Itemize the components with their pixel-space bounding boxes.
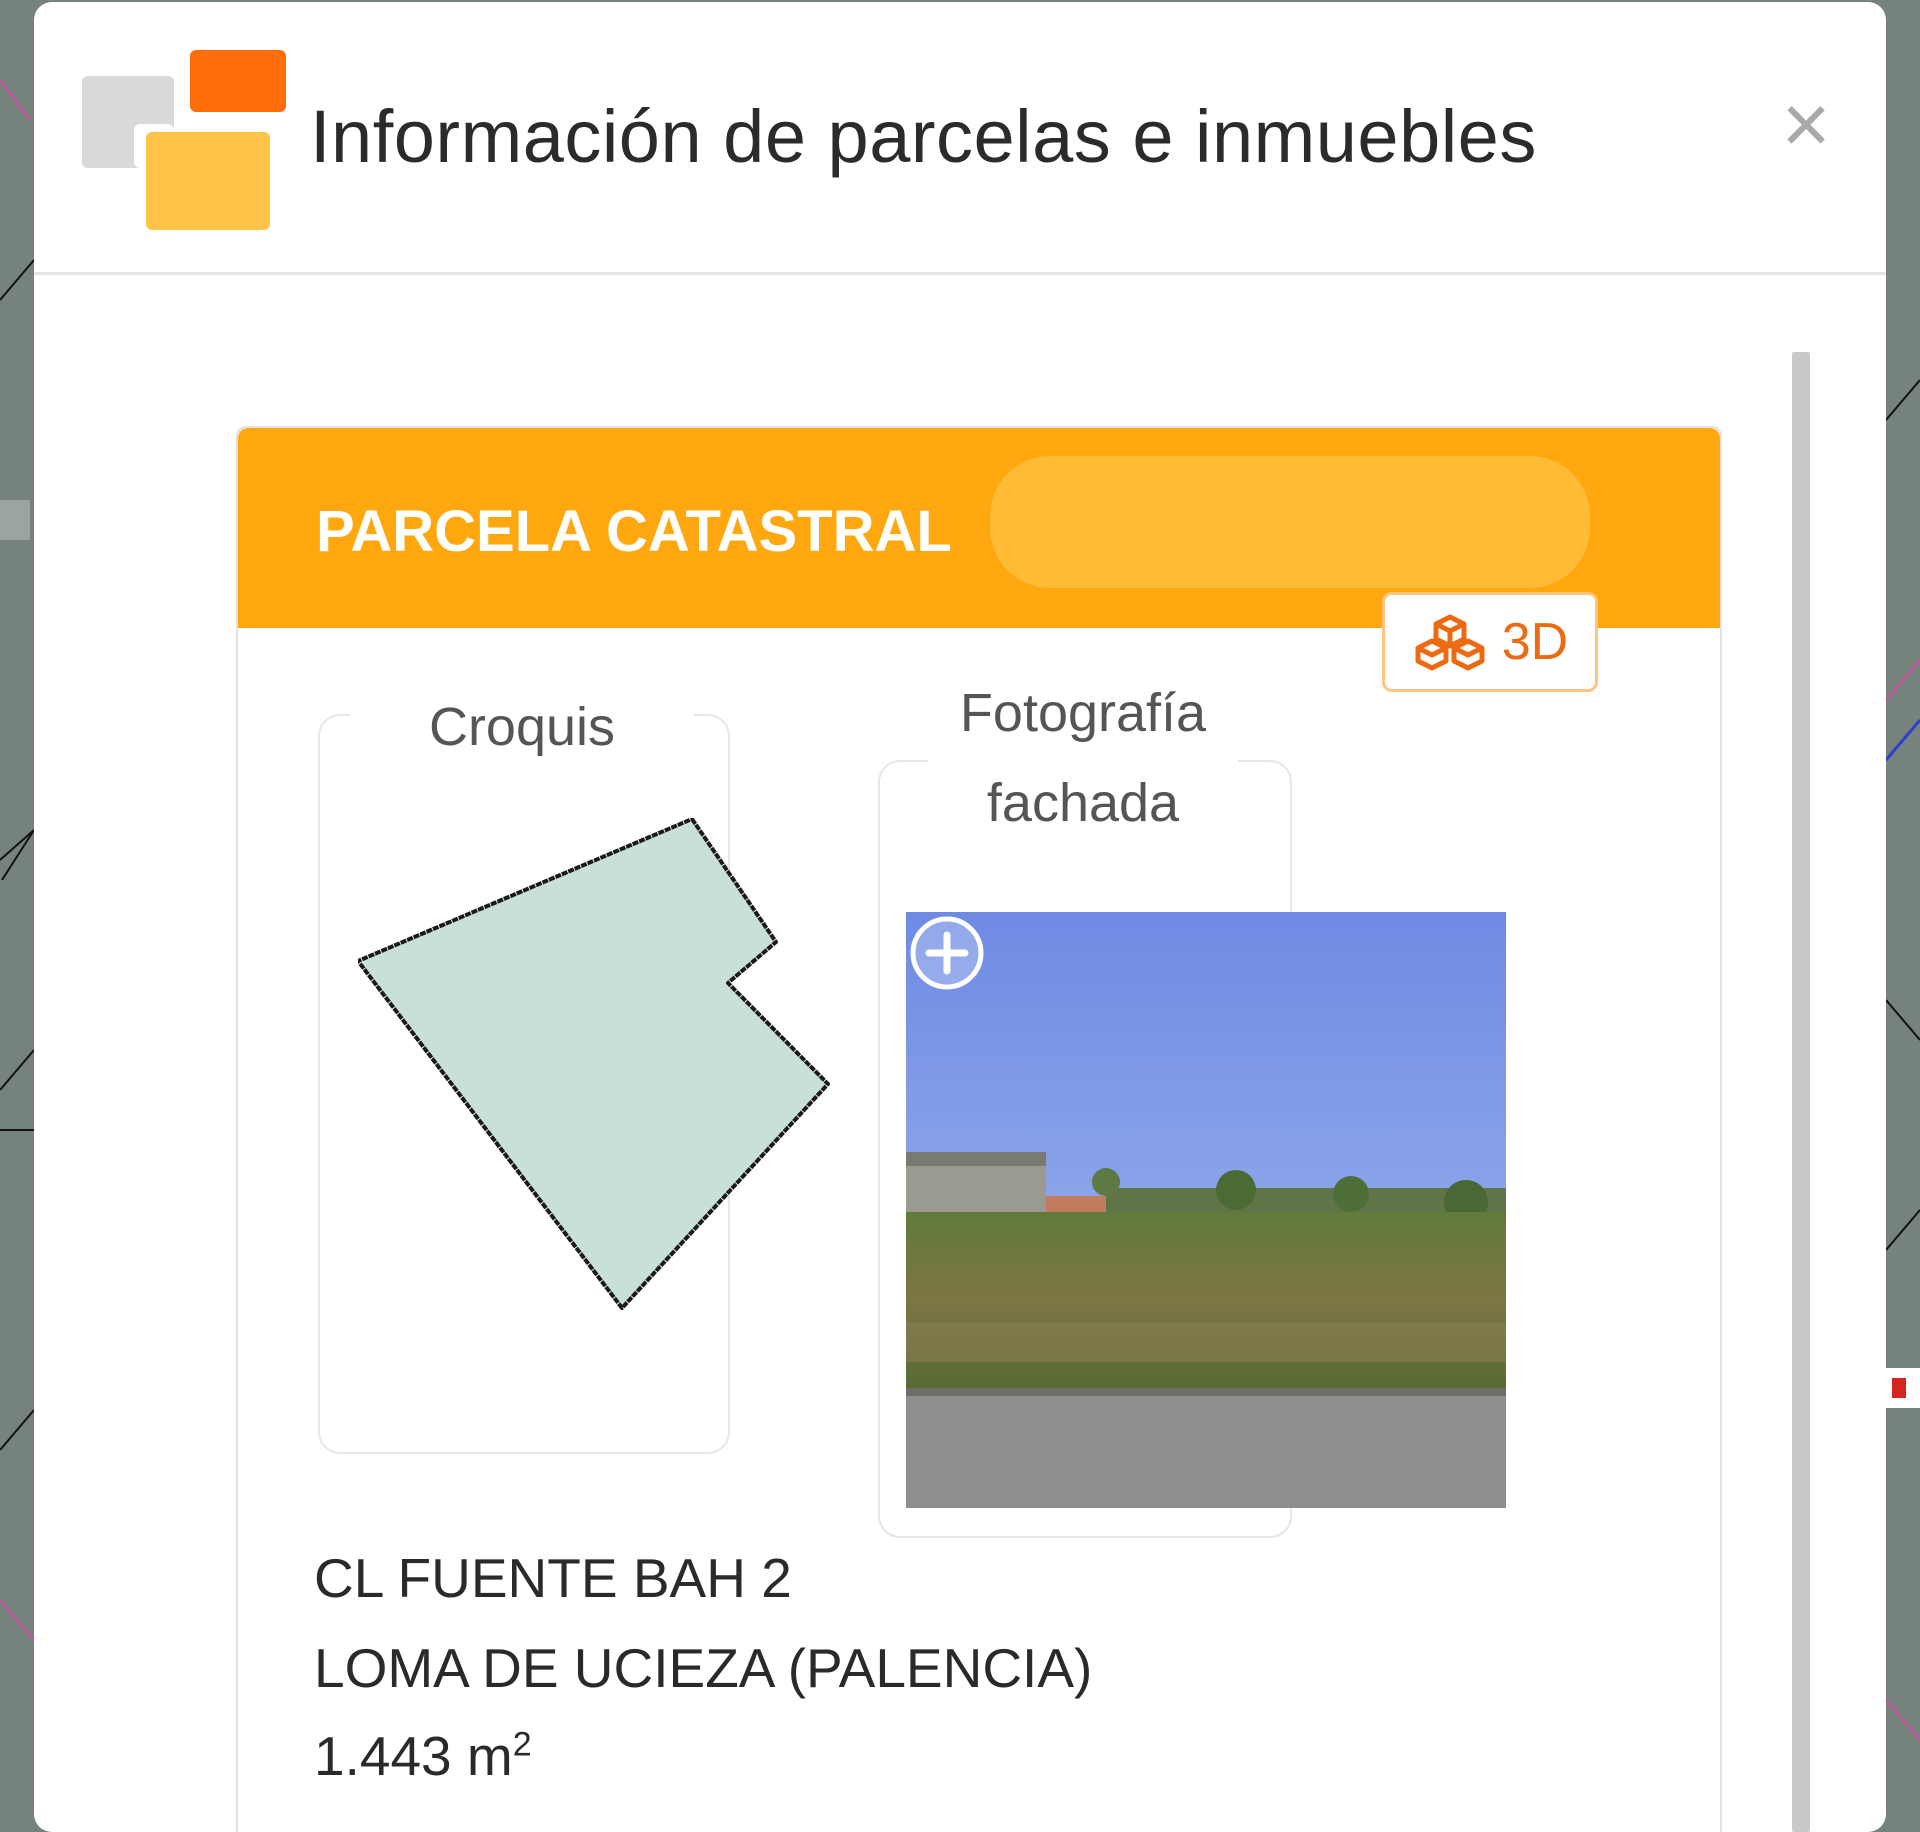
- photo-label: Fotografía fachada: [928, 668, 1238, 848]
- modal-title: Información de parcelas e inmuebles: [310, 95, 1537, 178]
- close-icon[interactable]: ×: [1776, 82, 1836, 166]
- modal-header: Información de parcelas e inmuebles ×: [34, 2, 1886, 275]
- parcel-card: PARCELA CATASTRAL 3D Croquis Fotografía …: [236, 426, 1722, 1832]
- parcel-area: 1.443 m2: [314, 1724, 532, 1788]
- parcel-sketch[interactable]: [358, 818, 918, 1448]
- redacted-reference: [990, 456, 1590, 588]
- view-3d-button[interactable]: 3D: [1382, 592, 1598, 692]
- photo-label-line1: Fotografía: [959, 683, 1207, 743]
- address-street: CL FUENTE BAH 2: [314, 1547, 792, 1609]
- facade-photo-image: [906, 912, 1506, 1508]
- cubes-3d-icon: [1415, 614, 1485, 671]
- scrollbar[interactable]: [1792, 352, 1810, 1832]
- sketch-label: Croquis: [350, 682, 694, 772]
- view-3d-label: 3D: [1501, 613, 1569, 671]
- photo-label-line2: fachada: [986, 773, 1180, 833]
- parcel-area-exponent: 2: [512, 1725, 532, 1764]
- parcel-area-value: 1.443 m: [314, 1725, 513, 1787]
- zoom-plus-icon[interactable]: [909, 915, 985, 991]
- address-locality: LOMA DE UCIEZA (PALENCIA): [314, 1637, 1093, 1699]
- parcel-info-modal: Información de parcelas e inmuebles × PA…: [34, 2, 1886, 1832]
- catastro-logo: [82, 50, 286, 230]
- card-title: PARCELA CATASTRAL: [316, 499, 952, 564]
- facade-photo[interactable]: [906, 912, 1506, 1508]
